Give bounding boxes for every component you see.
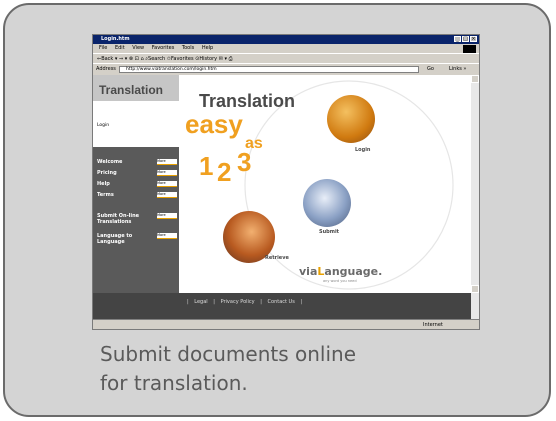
login-label: Login [97,123,110,128]
login-panel: Login [93,101,179,147]
caption: Submit documents online for translation. [100,340,520,398]
site-sidebar: Translation Login Welcome More Pricing M… [93,75,179,293]
browser-throbber-icon [463,45,476,53]
more-button[interactable]: More [157,170,177,176]
sidebar-item-terms[interactable]: Terms [97,192,114,198]
footer-links: | Legal | Privacy Policy | Contact Us | [187,299,303,305]
more-button[interactable]: More [157,192,177,198]
step-login-link[interactable]: Login [355,147,370,153]
menu-view[interactable]: View [132,45,144,51]
sidebar-heading: Translation [99,83,164,97]
menu-tools[interactable]: Tools [182,45,194,51]
scroll-up-icon[interactable] [471,75,479,83]
toolbar-buttons[interactable]: ⇐Back ▾ ⇒ ▾ ⊗ ⊡ ⌂ ⌕Search ✩Favorites ⊙Hi… [97,56,233,62]
footer-link-contact[interactable]: Contact Us [268,299,295,305]
browser-screenshot: Login.htm _ □ × File Edit View Favorites… [92,34,480,330]
maximize-icon[interactable]: □ [462,36,469,42]
hero-two: 2 [217,157,232,187]
sidebar-item-language[interactable]: Language to Language [97,233,153,245]
address-input[interactable]: http://www.viatranslation.com/login.htm [119,66,419,73]
vertical-scrollbar[interactable] [471,75,479,329]
go-button[interactable]: Go [427,64,434,75]
more-button[interactable]: More [157,181,177,187]
brand-tagline: any word you need [323,279,357,283]
hero-area: Translation easy as 1 2 3 Login Submit R… [179,75,471,293]
menu-bar: File Edit View Favorites Tools Help [93,44,479,53]
step-submit-link[interactable]: Submit [319,229,339,235]
submit-photo[interactable] [303,179,351,227]
browser-title: Login.htm [101,36,130,42]
sidebar-item-pricing[interactable]: Pricing [97,170,117,176]
minimize-icon[interactable]: _ [454,36,461,42]
caption-line-2: for translation. [100,371,248,395]
links-button[interactable]: Links » [449,64,467,75]
footer-link-legal[interactable]: Legal [194,299,207,305]
sidebar-item-submit[interactable]: Submit On-line Translations [97,213,153,225]
more-button[interactable]: More [157,159,177,165]
sidebar-item-help[interactable]: Help [97,181,110,187]
menu-help[interactable]: Help [202,45,213,51]
caption-line-1: Submit documents online [100,342,356,366]
web-page: Translation Login Welcome More Pricing M… [93,75,471,329]
sidebar-menu: Welcome More Pricing More Help More Term… [93,147,179,293]
browser-title-bar: Login.htm _ □ × [93,35,479,44]
hero-easy: easy [185,109,243,139]
sidebar-item-welcome[interactable]: Welcome [97,159,122,165]
address-bar: Address http://www.viatranslation.com/lo… [93,63,479,75]
menu-file[interactable]: File [99,45,107,51]
close-icon[interactable]: × [470,36,477,42]
address-label: Address [96,66,116,72]
menu-edit[interactable]: Edit [115,45,125,51]
hero-one: 1 [199,151,214,181]
status-bar: Internet [93,319,479,329]
hero-three: 3 [237,147,252,177]
scroll-down-icon[interactable] [471,285,479,293]
brand-logo: viaLanguage. [299,265,383,278]
sidebar-header: Translation [93,75,179,101]
login-photo[interactable] [327,95,375,143]
more-button[interactable]: More [157,233,177,239]
more-button[interactable]: More [157,213,177,219]
status-zone: Internet [423,322,443,328]
menu-favorites[interactable]: Favorites [152,45,175,51]
step-retrieve-link[interactable]: Retrieve [265,255,289,261]
footer-link-privacy[interactable]: Privacy Policy [221,299,255,305]
